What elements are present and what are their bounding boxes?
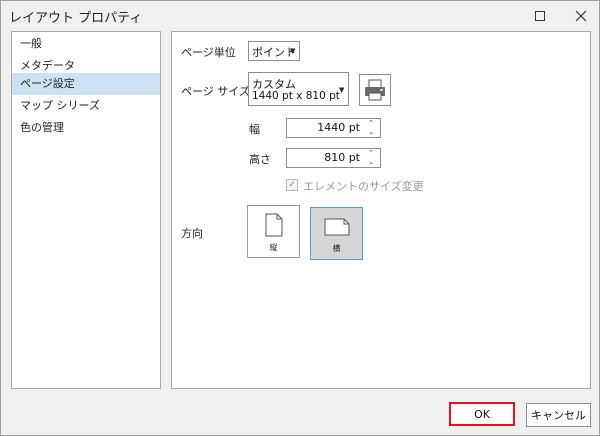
page-setup-panel: ページ単位 ポイント ▼ ページ サイズ カスタム 1440 pt x 810 … [171, 31, 591, 389]
sidebar-item-color-management[interactable]: 色の管理 [12, 117, 160, 139]
printer-page-size-button[interactable] [359, 74, 391, 106]
title-bar: レイアウト プロパティ [1, 1, 599, 31]
landscape-page-icon [324, 218, 350, 236]
width-stepper-icon[interactable]: ⌃ ⌄ [365, 119, 377, 137]
chevron-down-icon: ▼ [290, 47, 296, 55]
height-input[interactable]: 810 pt ⌃ ⌄ [286, 148, 381, 168]
portrait-label: 縦 [269, 243, 278, 252]
page-size-dropdown[interactable]: カスタム 1440 pt x 810 pt ▼ [248, 72, 349, 106]
sidebar-item-page-setup[interactable]: ページ設定 [12, 73, 160, 95]
scale-elements-label: エレメントのサイズ変更 [303, 180, 424, 193]
sidebar-item-general[interactable]: 一般 [12, 33, 160, 55]
page-unit-dropdown[interactable]: ポイント ▼ [248, 41, 300, 61]
width-label: 幅 [249, 123, 260, 136]
maximize-button[interactable] [528, 5, 552, 27]
printer-icon [365, 79, 385, 101]
height-label: 高さ [249, 153, 271, 166]
maximize-icon [535, 11, 545, 21]
close-button[interactable] [569, 5, 593, 27]
close-icon [575, 10, 587, 22]
window-title: レイアウト プロパティ [9, 11, 143, 26]
page-size-dimensions: 1440 pt x 810 pt [252, 90, 340, 102]
landscape-label: 横 [332, 244, 341, 253]
width-input[interactable]: 1440 pt ⌃ ⌄ [286, 118, 381, 138]
width-value: 1440 pt [317, 121, 360, 134]
page-size-label: ページ サイズ [181, 85, 250, 98]
category-list: 一般 メタデータ ページ設定 マップ シリーズ 色の管理 [11, 31, 161, 389]
portrait-page-icon [265, 213, 283, 237]
portrait-button[interactable]: 縦 [247, 205, 300, 258]
height-value: 810 pt [324, 151, 360, 164]
chevron-down-icon: ▼ [339, 86, 345, 94]
ok-button[interactable]: OK [449, 402, 515, 426]
scale-elements-checkbox[interactable]: ✓ [286, 179, 298, 191]
orientation-label: 方向 [181, 227, 203, 240]
page-unit-label: ページ単位 [181, 46, 236, 59]
sidebar-item-map-series[interactable]: マップ シリーズ [12, 95, 160, 117]
layout-properties-dialog: レイアウト プロパティ 一般 メタデータ ページ設定 マップ シリーズ 色の管理… [0, 0, 600, 436]
landscape-button[interactable]: 横 [310, 207, 363, 260]
cancel-button[interactable]: キャンセル [526, 403, 591, 427]
height-stepper-icon[interactable]: ⌃ ⌄ [365, 149, 377, 167]
